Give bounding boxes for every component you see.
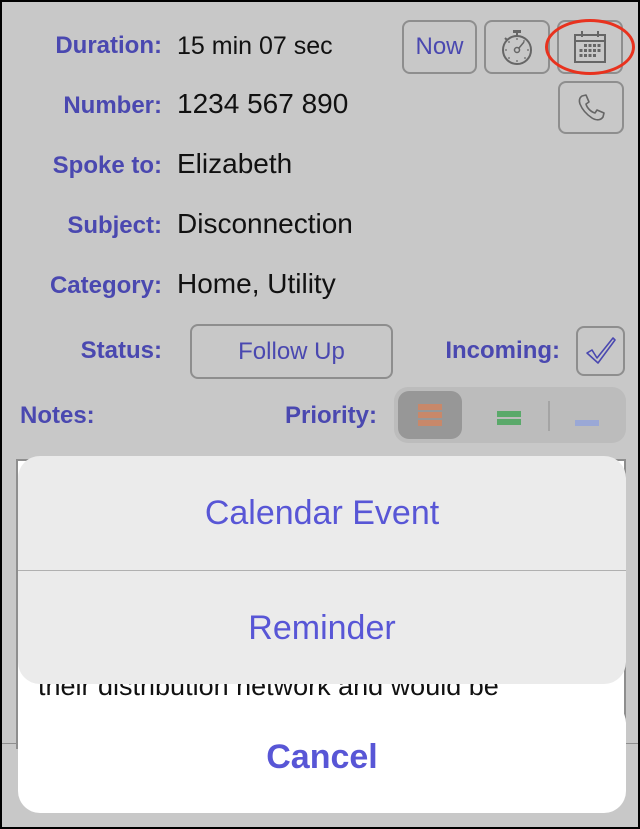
number-value[interactable]: 1234 567 890 (177, 88, 348, 120)
stopwatch-icon (498, 27, 536, 67)
priority-high-icon-bar (418, 412, 442, 418)
priority-low-icon (575, 420, 599, 426)
now-button[interactable]: Now (402, 20, 477, 74)
priority-medium-icon-bar (497, 419, 521, 425)
priority-low-segment[interactable] (552, 391, 622, 439)
checkmark-icon (584, 335, 618, 367)
call-button[interactable] (558, 81, 624, 134)
number-label: Number: (63, 92, 162, 119)
spoke-to-label: Spoke to: (52, 152, 162, 179)
notes-label: Notes: (20, 402, 95, 429)
subject-label: Subject: (67, 212, 162, 239)
status-button[interactable]: Follow Up (190, 324, 393, 379)
priority-medium-icon (497, 411, 521, 417)
priority-label: Priority: (284, 402, 377, 429)
priority-high-segment[interactable] (398, 391, 462, 439)
priority-high-icon (418, 404, 442, 410)
spoke-to-value[interactable]: Elizabeth (177, 148, 292, 180)
incoming-checkbox[interactable] (576, 326, 625, 376)
duration-label: Duration: (55, 32, 162, 59)
status-value: Follow Up (238, 337, 345, 365)
status-label: Status: (80, 337, 162, 364)
segment-divider (548, 401, 550, 431)
action-sheet: Calendar Event Reminder (18, 456, 626, 684)
subject-value[interactable]: Disconnection (177, 208, 353, 240)
duration-value[interactable]: 15 min 07 sec (177, 32, 333, 61)
category-value[interactable]: Home, Utility (177, 268, 336, 300)
category-label: Category: (49, 272, 162, 299)
calendar-button[interactable] (557, 20, 623, 74)
now-button-label: Now (415, 33, 464, 60)
priority-segmented-control (394, 387, 626, 443)
calendar-icon (572, 30, 608, 64)
stopwatch-button[interactable] (484, 20, 550, 74)
incoming-label: Incoming: (445, 337, 560, 364)
calendar-event-option[interactable]: Calendar Event (18, 456, 626, 570)
cancel-button[interactable]: Cancel (18, 701, 626, 813)
reminder-option[interactable]: Reminder (18, 571, 626, 684)
call-log-screen: Duration: 15 min 07 sec Now Number: 1234… (0, 0, 640, 829)
priority-medium-segment[interactable] (472, 391, 546, 439)
phone-icon (576, 93, 606, 123)
priority-high-icon-bar (418, 420, 442, 426)
